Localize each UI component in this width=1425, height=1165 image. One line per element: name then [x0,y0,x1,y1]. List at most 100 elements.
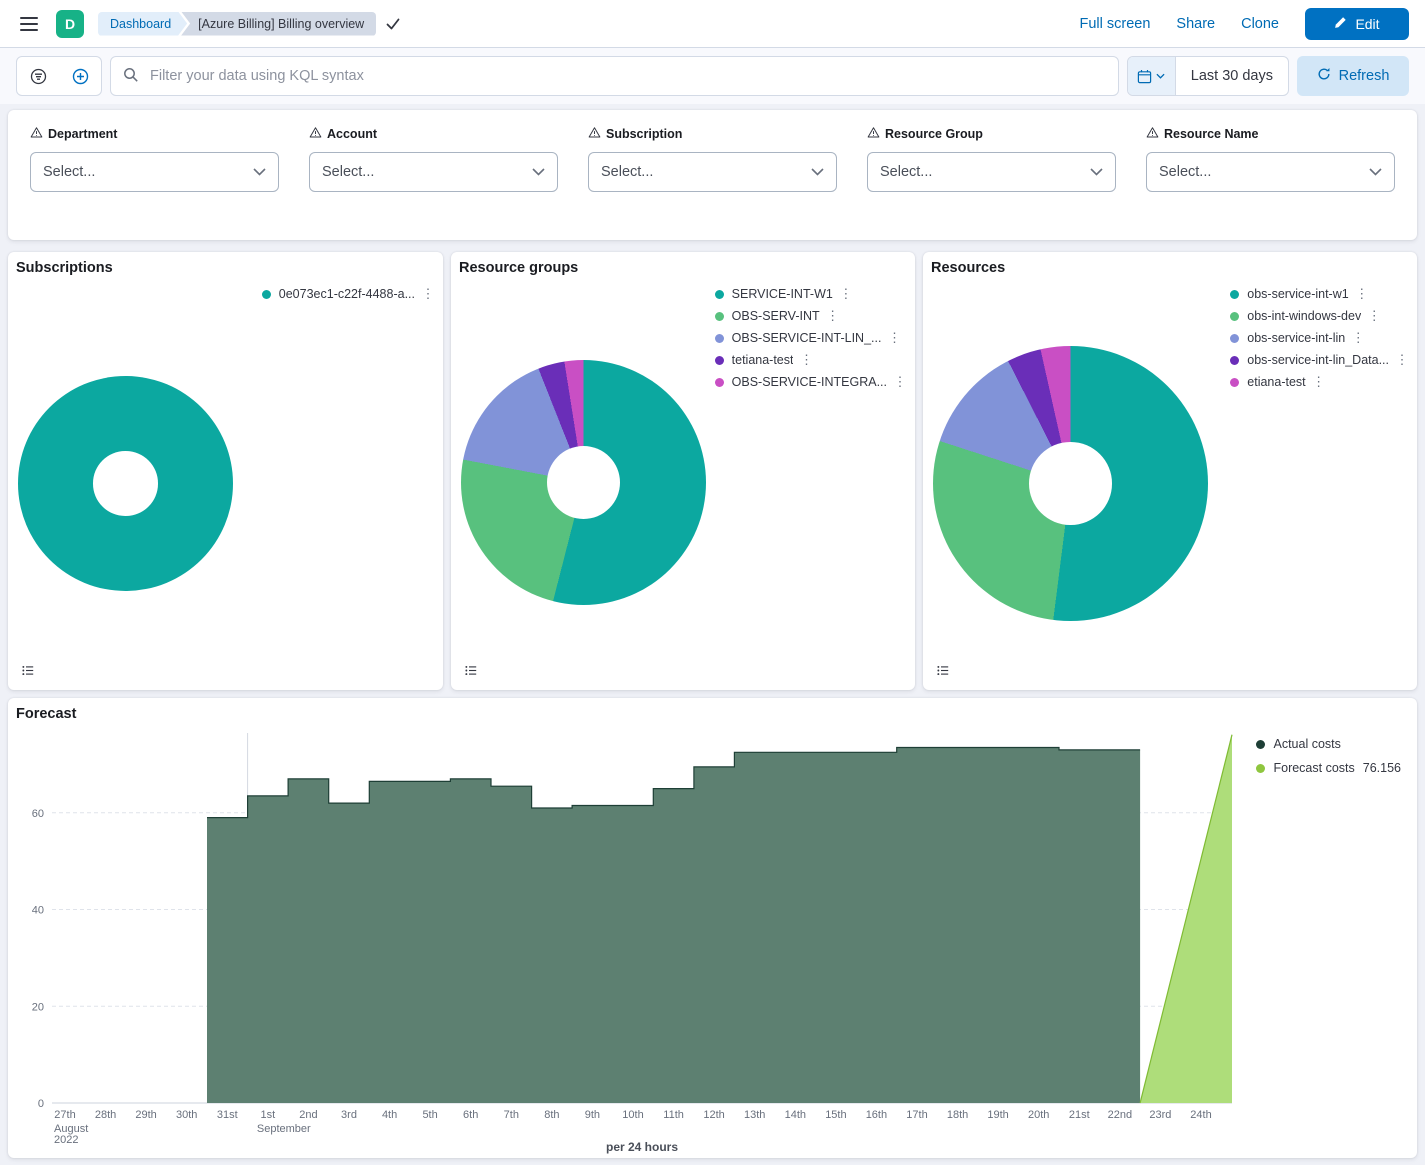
select-value: Select... [601,164,653,180]
subscription-select[interactable]: Select... [588,152,837,192]
svg-text:31st: 31st [217,1109,238,1121]
legend-item-menu-icon[interactable]: ⋮ [1310,374,1328,390]
svg-text:24th: 24th [1190,1109,1211,1121]
chevron-down-icon [253,168,266,176]
legend-item-menu-icon[interactable]: ⋮ [1365,308,1383,324]
warning-icon [588,126,601,142]
legend-item[interactable]: obs-int-windows-dev ⋮ [1230,308,1383,324]
legend-item[interactable]: 0e073ec1-c22f-4488-a... ⋮ [262,286,437,302]
forecast-area-chart[interactable]: 020406027th28th29th30th31st1st2nd3rd4th5… [8,722,1248,1148]
control-label: Account [327,127,377,141]
calendar-icon[interactable] [1128,57,1176,95]
legend-color-dot [715,290,724,299]
add-filter-icon[interactable] [59,57,101,95]
control-account: Account Select... [309,126,558,240]
time-range-value[interactable]: Last 30 days [1176,57,1288,95]
chevron-down-icon [1156,73,1165,79]
legend-item-menu-icon[interactable]: ⋮ [891,374,909,390]
kql-search-box [110,56,1119,96]
breadcrumb-dashboard[interactable]: Dashboard [98,12,187,36]
control-subscription: Subscription Select... [588,126,837,240]
panel-title: Forecast [16,706,76,722]
panel-resource-groups: Resource groups SERVICE-INT-W1 ⋮ OBS-SER… [451,252,915,690]
select-value: Select... [322,164,374,180]
legend-item-menu-icon[interactable]: ⋮ [824,308,842,324]
share-button[interactable]: Share [1176,16,1215,32]
legend-item[interactable]: SERVICE-INT-W1 ⋮ [715,286,855,302]
legend-item[interactable]: OBS-SERV-INT ⋮ [715,308,842,324]
legend-item[interactable]: obs-service-int-lin_Data... ⋮ [1230,352,1411,368]
menu-icon[interactable] [16,12,42,36]
legend-label: 0e073ec1-c22f-4488-a... [279,287,415,301]
legend-item[interactable]: OBS-SERVICE-INT-LIN_... ⋮ [715,330,904,346]
saved-query-menu-icon[interactable] [17,57,59,95]
panel-forecast: Forecast Actual costs Forecast costs 76.… [8,698,1417,1158]
legend-color-dot [715,356,724,365]
refresh-icon [1317,67,1331,85]
svg-text:60: 60 [32,808,44,820]
filter-button-group [16,56,102,96]
full-screen-button[interactable]: Full screen [1079,16,1150,32]
legend-color-dot [1230,378,1239,387]
legend-item[interactable]: Actual costs [1256,736,1340,752]
legend-item[interactable]: etiana-test ⋮ [1230,374,1327,390]
control-resource-group: Resource Group Select... [867,126,1116,240]
legend-item-menu-icon[interactable]: ⋮ [1393,352,1411,368]
time-picker-group: Last 30 days [1127,56,1289,96]
legend-item[interactable]: obs-service-int-lin ⋮ [1230,330,1367,346]
svg-text:19th: 19th [987,1109,1008,1121]
query-toolbar: Last 30 days Refresh [0,48,1425,104]
account-select[interactable]: Select... [309,152,558,192]
donut-panels-row: Subscriptions 0e073ec1-c22f-4488-a... ⋮ … [8,252,1417,690]
legend-item[interactable]: obs-service-int-w1 ⋮ [1230,286,1370,302]
legend-color-dot [715,334,724,343]
legend-item-menu-icon[interactable]: ⋮ [1353,286,1371,302]
svg-text:12th: 12th [703,1109,724,1121]
legend-item[interactable]: Forecast costs 76.156 [1256,760,1401,776]
svg-text:27th: 27th [54,1109,75,1121]
resource-name-select[interactable]: Select... [1146,152,1395,192]
legend-item-menu-icon[interactable]: ⋮ [797,352,815,368]
legend-item-menu-icon[interactable]: ⋮ [419,286,437,302]
legend-toggle-icon[interactable] [16,658,40,682]
select-value: Select... [880,164,932,180]
legend-item-menu-icon[interactable]: ⋮ [1349,330,1367,346]
legend-item-menu-icon[interactable]: ⋮ [837,286,855,302]
legend-item-menu-icon[interactable]: ⋮ [885,330,903,346]
svg-text:28th: 28th [95,1109,116,1121]
department-select[interactable]: Select... [30,152,279,192]
legend: 0e073ec1-c22f-4488-a... ⋮ [262,286,437,302]
search-icon [123,67,139,86]
resources-donut-chart[interactable] [933,346,1208,621]
breadcrumb-current-page[interactable]: [Azure Billing] Billing overview [181,12,376,36]
svg-text:16th: 16th [866,1109,887,1121]
space-avatar[interactable]: D [56,10,84,38]
legend-toggle-icon[interactable] [931,658,955,682]
legend-color-dot [262,290,271,299]
resource-group-select[interactable]: Select... [867,152,1116,192]
subscriptions-donut-chart[interactable] [18,376,233,591]
control-label: Resource Group [885,127,983,141]
warning-icon [309,126,322,142]
legend-item[interactable]: OBS-SERVICE-INTEGRA... ⋮ [715,374,909,390]
svg-text:5th: 5th [422,1109,437,1121]
legend-color-dot [1256,764,1265,773]
legend-value: 76.156 [1363,761,1401,775]
refresh-button[interactable]: Refresh [1297,56,1409,96]
legend-label: etiana-test [1247,375,1305,389]
legend: SERVICE-INT-W1 ⋮ OBS-SERV-INT ⋮ OBS-SERV… [715,286,909,390]
svg-text:18th: 18th [947,1109,968,1121]
resource-groups-donut-chart[interactable] [461,360,706,605]
edit-icon [1334,16,1347,32]
legend-label: tetiana-test [732,353,794,367]
svg-text:3rd: 3rd [341,1109,357,1121]
refresh-button-label: Refresh [1339,68,1390,84]
clone-button[interactable]: Clone [1241,16,1279,32]
svg-text:17th: 17th [906,1109,927,1121]
svg-text:23rd: 23rd [1149,1109,1171,1121]
search-input[interactable] [148,67,1106,85]
legend-toggle-icon[interactable] [459,658,483,682]
edit-button[interactable]: Edit [1305,8,1409,40]
panel-title: Resource groups [459,260,578,276]
legend-item[interactable]: tetiana-test ⋮ [715,352,816,368]
